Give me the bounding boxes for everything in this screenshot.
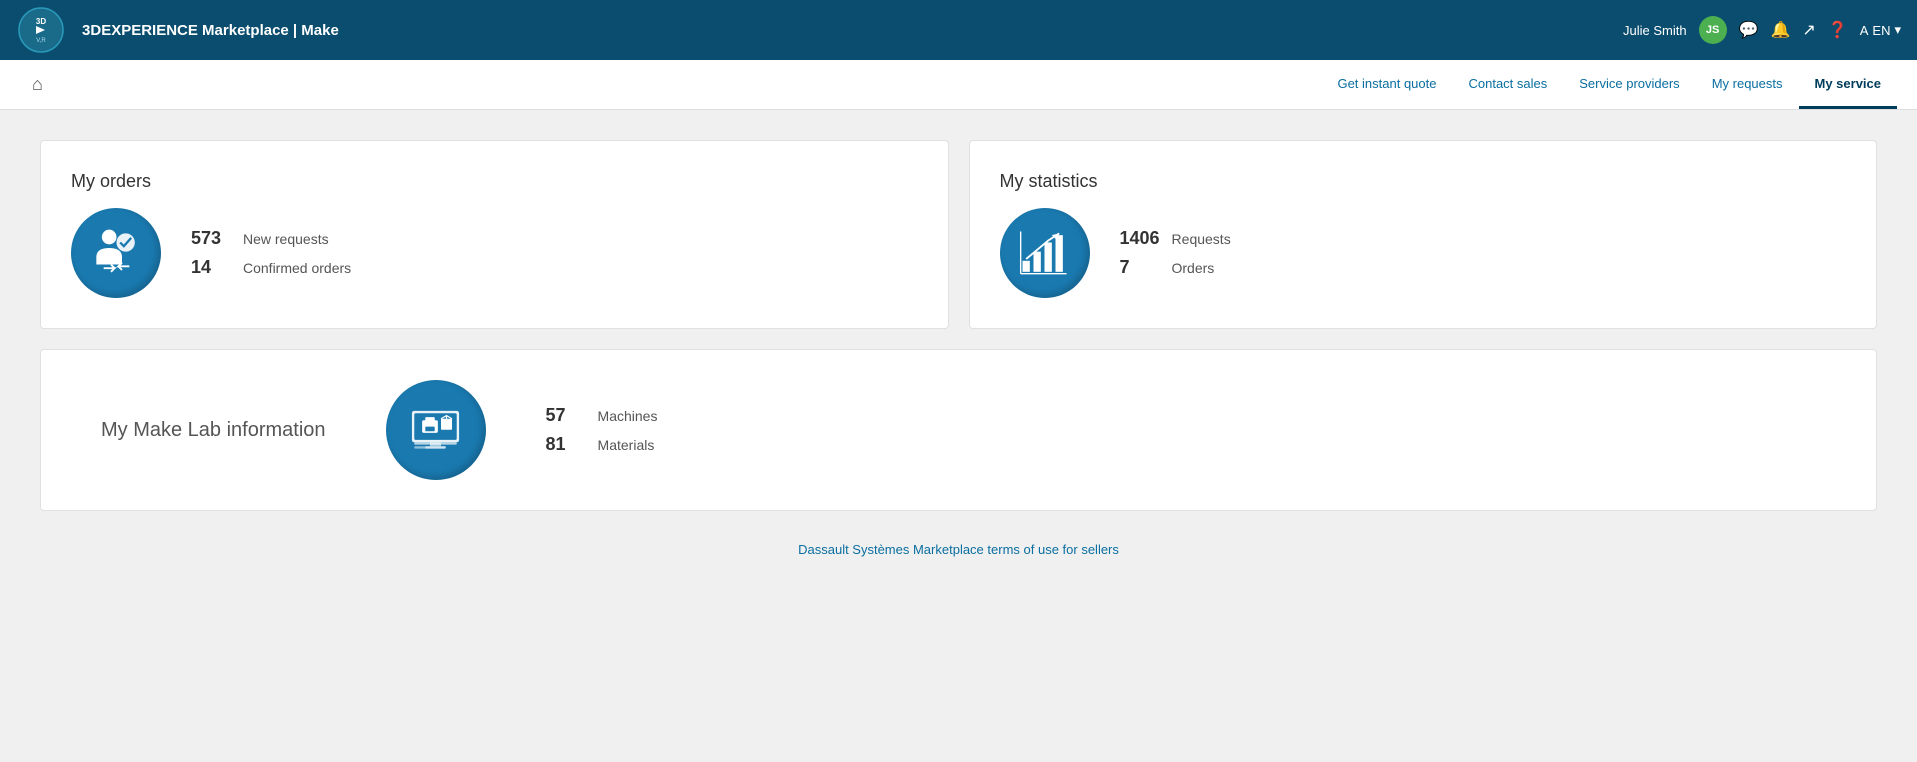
requests-label: Requests <box>1172 231 1231 247</box>
help-icon[interactable]: ❓ <box>1828 20 1848 40</box>
materials-stat: 81 Materials <box>546 434 658 455</box>
home-button[interactable]: ⌂ <box>20 74 55 95</box>
navigation-bar: ⌂ Get instant quote Contact sales Servic… <box>0 60 1917 110</box>
machines-label: Machines <box>598 408 658 424</box>
requests-number: 1406 <box>1120 228 1160 249</box>
my-orders-content: My orders <box>71 171 918 298</box>
statistics-icon-circle <box>1000 208 1090 298</box>
language-selector[interactable]: A EN ▾ <box>1860 22 1901 38</box>
makelab-stats: 57 Machines 81 Materials <box>546 405 658 455</box>
new-requests-stat: 573 New requests <box>191 228 351 249</box>
new-requests-number: 573 <box>191 228 231 249</box>
nav-home-area: ⌂ <box>20 60 55 109</box>
my-statistics-content: My statistics <box>1000 171 1847 298</box>
makelab-icon-circle <box>386 380 486 480</box>
ds-logo-icon: 3D V,R <box>17 6 65 54</box>
chevron-down-icon: ▾ <box>1894 22 1901 38</box>
my-orders-card: My orders <box>40 140 949 329</box>
new-requests-label: New requests <box>243 231 329 247</box>
logo-area: 3D V,R 3DEXPERIENCE Marketplace | Make <box>16 5 339 55</box>
statistics-stats: 1406 Requests 7 Orders <box>1120 228 1231 278</box>
statistics-icon <box>1017 226 1072 281</box>
requests-stat: 1406 Requests <box>1120 228 1231 249</box>
nav-get-instant-quote[interactable]: Get instant quote <box>1321 60 1452 109</box>
orders-label: Orders <box>1172 260 1215 276</box>
confirmed-orders-stat: 14 Confirmed orders <box>191 257 351 278</box>
my-statistics-body: 1406 Requests 7 Orders <box>1000 208 1847 298</box>
orders-stat: 7 Orders <box>1120 257 1231 278</box>
terms-link[interactable]: Dassault Systèmes Marketplace terms of u… <box>798 542 1119 557</box>
materials-label: Materials <box>598 437 655 453</box>
user-name: Julie Smith <box>1623 23 1687 38</box>
header-right-area: Julie Smith JS 💬 🔔 ↗ ❓ A EN ▾ <box>1623 16 1901 44</box>
bell-icon[interactable]: 🔔 <box>1770 20 1790 40</box>
nav-contact-sales[interactable]: Contact sales <box>1452 60 1563 109</box>
nav-my-requests[interactable]: My requests <box>1696 60 1799 109</box>
app-header: 3D V,R 3DEXPERIENCE Marketplace | Make J… <box>0 0 1917 60</box>
share-icon[interactable]: ↗ <box>1802 20 1815 40</box>
my-orders-title: My orders <box>71 171 151 192</box>
confirmed-orders-label: Confirmed orders <box>243 260 351 276</box>
makelab-title: My Make Lab information <box>101 419 326 442</box>
nav-my-service[interactable]: My service <box>1799 60 1898 109</box>
lang-label: EN <box>1872 23 1890 38</box>
my-statistics-title: My statistics <box>1000 171 1098 192</box>
svg-text:V,R: V,R <box>36 38 46 44</box>
materials-number: 81 <box>546 434 586 455</box>
orders-icon-circle <box>71 208 161 298</box>
my-orders-body: 573 New requests 14 Confirmed orders <box>71 208 918 298</box>
orders-number: 7 <box>1120 257 1160 278</box>
chat-icon[interactable]: 💬 <box>1739 20 1759 40</box>
top-cards-row: My orders <box>40 140 1877 329</box>
my-makelab-card: My Make Lab information <box>40 349 1877 511</box>
lang-icon: A <box>1860 23 1869 38</box>
user-avatar[interactable]: JS <box>1699 16 1727 44</box>
orders-stats: 573 New requests 14 Confirmed orders <box>191 228 351 278</box>
machines-number: 57 <box>546 405 586 426</box>
nav-service-providers[interactable]: Service providers <box>1563 60 1695 109</box>
main-content: My orders <box>0 110 1917 599</box>
machines-stat: 57 Machines <box>546 405 658 426</box>
svg-text:3D: 3D <box>36 17 46 26</box>
app-title: 3DEXPERIENCE Marketplace | Make <box>82 22 339 39</box>
footer-area: Dassault Systèmes Marketplace terms of u… <box>40 531 1877 569</box>
confirmed-orders-number: 14 <box>191 257 231 278</box>
my-statistics-card: My statistics <box>969 140 1878 329</box>
makelab-icon <box>408 403 463 458</box>
orders-icon <box>89 226 144 281</box>
nav-links-area: Get instant quote Contact sales Service … <box>1321 60 1897 109</box>
